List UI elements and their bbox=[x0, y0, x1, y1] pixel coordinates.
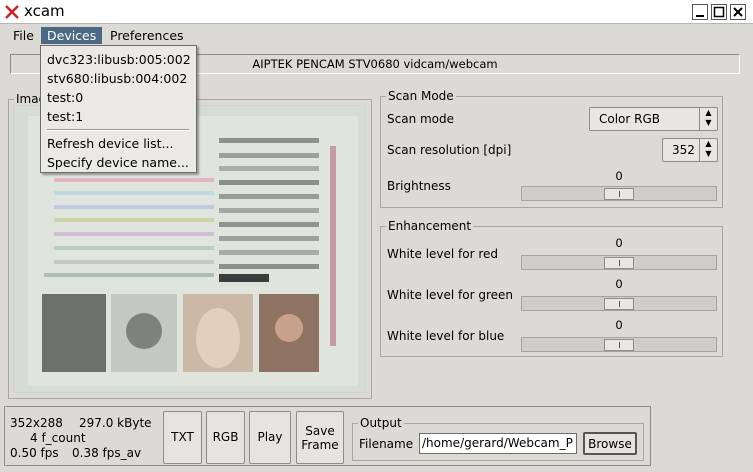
scan-resolution-value: 352 bbox=[672, 143, 695, 157]
brightness-label: Brightness bbox=[387, 179, 451, 193]
scan-resolution-label: Scan resolution [dpi] bbox=[387, 143, 512, 157]
enhancement-title: Enhancement bbox=[386, 219, 474, 233]
specify-device-name-item[interactable]: Specify device name... bbox=[47, 155, 189, 171]
white-red-slider-handle[interactable] bbox=[604, 257, 634, 269]
white-red-slider[interactable] bbox=[521, 255, 717, 270]
device-item[interactable]: test:1 bbox=[47, 109, 83, 125]
save-frame-label-line2: Frame bbox=[301, 438, 339, 452]
scan-mode-select[interactable]: Color RGB ▲ ▼ bbox=[589, 107, 718, 131]
white-red-value: 0 bbox=[615, 236, 623, 250]
brightness-slider[interactable] bbox=[521, 186, 717, 201]
scan-mode-value: Color RGB bbox=[599, 112, 661, 126]
maximize-icon bbox=[713, 6, 725, 18]
white-blue-label: White level for blue bbox=[387, 329, 505, 343]
menu-devices[interactable]: Devices bbox=[41, 27, 103, 44]
browse-button[interactable]: Browse bbox=[583, 432, 637, 455]
title-bar: xcam bbox=[0, 0, 753, 24]
scan-resolution-spinner[interactable]: 352 ▲ ▼ bbox=[662, 138, 718, 162]
minimize-button[interactable] bbox=[692, 4, 708, 20]
devices-menu: dvc323:libusb:005:002 stv680:libusb:004:… bbox=[40, 45, 197, 173]
spin-arrows-icon: ▲ ▼ bbox=[699, 139, 717, 161]
save-frame-label-line1: Save bbox=[305, 424, 335, 438]
updown-icon: ▲ ▼ bbox=[699, 108, 717, 130]
white-red-label: White level for red bbox=[387, 247, 499, 261]
status-frame-count: 4 f_count bbox=[30, 431, 86, 445]
maximize-button[interactable] bbox=[711, 4, 727, 20]
status-fps: 0.50 fps bbox=[10, 446, 59, 460]
play-button[interactable]: Play bbox=[249, 411, 291, 464]
device-item[interactable]: stv680:libusb:004:002 bbox=[47, 71, 187, 87]
txt-button[interactable]: TXT bbox=[163, 411, 202, 464]
close-button[interactable] bbox=[730, 4, 746, 20]
white-green-slider-handle[interactable] bbox=[604, 298, 634, 310]
status-resolution: 352x288 bbox=[10, 416, 63, 430]
close-icon bbox=[733, 7, 743, 17]
filename-input[interactable]: /home/gerard/Webcam_P bbox=[419, 433, 577, 454]
window-title: xcam bbox=[24, 2, 65, 20]
white-green-value: 0 bbox=[615, 277, 623, 291]
brightness-value: 0 bbox=[615, 169, 623, 183]
menu-separator bbox=[47, 129, 189, 131]
rgb-button[interactable]: RGB bbox=[206, 411, 245, 464]
status-size: 297.0 kByte bbox=[79, 416, 152, 430]
white-blue-value: 0 bbox=[615, 318, 623, 332]
refresh-device-list-item[interactable]: Refresh device list... bbox=[47, 136, 174, 152]
status-fps-average: 0.38 fps_av bbox=[72, 446, 142, 460]
save-frame-button[interactable]: Save Frame bbox=[296, 411, 344, 464]
scan-mode-label: Scan mode bbox=[387, 112, 455, 126]
menu-preferences[interactable]: Preferences bbox=[104, 27, 190, 44]
white-blue-slider[interactable] bbox=[521, 337, 717, 352]
brightness-slider-handle[interactable] bbox=[604, 188, 634, 200]
white-blue-slider-handle[interactable] bbox=[604, 339, 634, 351]
menu-bar: File Devices Preferences bbox=[0, 25, 753, 46]
filename-label: Filename bbox=[359, 437, 414, 451]
menu-file[interactable]: File bbox=[7, 27, 40, 44]
minimize-icon bbox=[696, 15, 704, 17]
output-title: Output bbox=[358, 416, 404, 430]
white-green-label: White level for green bbox=[387, 288, 514, 302]
white-green-slider[interactable] bbox=[521, 296, 717, 311]
app-icon bbox=[5, 5, 19, 19]
device-item[interactable]: test:0 bbox=[47, 90, 83, 106]
device-item[interactable]: dvc323:libusb:005:002 bbox=[47, 52, 191, 68]
scan-mode-title: Scan Mode bbox=[386, 89, 456, 103]
